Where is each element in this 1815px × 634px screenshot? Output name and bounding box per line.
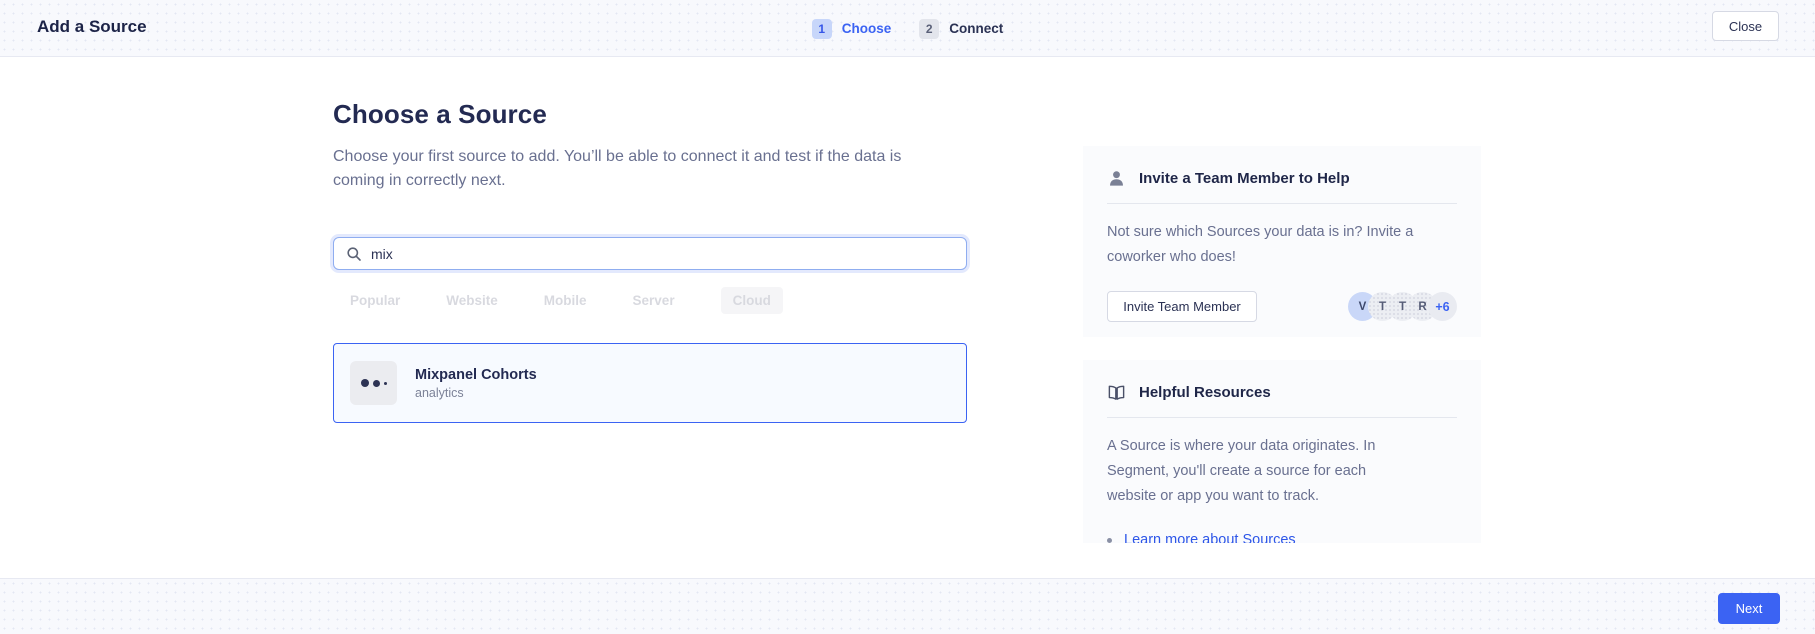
resources-panel-title: Helpful Resources	[1139, 384, 1271, 401]
search-input[interactable]	[371, 246, 954, 262]
learn-more-sources-link[interactable]: Learn more about Sources	[1124, 532, 1296, 543]
tab-cloud[interactable]: Cloud	[721, 287, 783, 314]
resources-panel-body: A Source is where your data originates. …	[1107, 434, 1419, 509]
resource-link-item: Learn more about Sources	[1107, 532, 1457, 543]
person-icon	[1107, 169, 1126, 188]
step-choose[interactable]: 1 Choose	[812, 19, 892, 39]
category-tabs: Popular Website Mobile Server Cloud	[350, 286, 783, 314]
close-button[interactable]: Close	[1712, 11, 1779, 41]
bottom-bar	[0, 578, 1815, 634]
step-choose-label: Choose	[842, 21, 892, 36]
divider	[1107, 417, 1457, 418]
step-choose-number: 1	[812, 19, 832, 39]
page-heading: Choose a Source	[333, 99, 547, 130]
avatar-more-count: +6	[1428, 292, 1457, 321]
source-result-mixpanel-cohorts[interactable]: Mixpanel Cohorts analytics	[333, 343, 967, 423]
step-connect-label: Connect	[949, 21, 1003, 36]
step-connect[interactable]: 2 Connect	[919, 19, 1003, 39]
top-bar	[0, 0, 1815, 57]
bullet-icon	[1107, 538, 1112, 543]
tab-popular[interactable]: Popular	[350, 293, 400, 308]
invite-panel-title: Invite a Team Member to Help	[1139, 170, 1350, 187]
page-title: Add a Source	[37, 17, 147, 37]
open-book-icon	[1107, 383, 1126, 402]
step-connect-number: 2	[919, 19, 939, 39]
next-button[interactable]: Next	[1718, 593, 1780, 624]
resource-links: Learn more about Sources	[1107, 532, 1457, 543]
search-icon	[346, 246, 362, 262]
add-source-modal: Add a Source 1 Choose 2 Connect Close Ch…	[0, 0, 1815, 634]
invite-team-member-button[interactable]: Invite Team Member	[1107, 291, 1257, 322]
page-description: Choose your first source to add. You’ll …	[333, 145, 921, 193]
source-name: Mixpanel Cohorts	[415, 367, 537, 383]
source-category: analytics	[415, 386, 537, 400]
mixpanel-logo-icon	[350, 361, 397, 405]
invite-panel-body: Not sure which Sources your data is in? …	[1107, 220, 1419, 270]
source-info: Mixpanel Cohorts analytics	[415, 367, 537, 400]
helpful-resources-panel: Helpful Resources A Source is where your…	[1083, 360, 1481, 543]
tab-website[interactable]: Website	[446, 293, 498, 308]
tab-mobile[interactable]: Mobile	[544, 293, 587, 308]
divider	[1107, 203, 1457, 204]
avatar-group: V T T R +6	[1348, 292, 1457, 321]
search-box[interactable]	[333, 237, 967, 270]
invite-panel-header: Invite a Team Member to Help	[1107, 166, 1457, 190]
tab-server[interactable]: Server	[633, 293, 675, 308]
invite-row: Invite Team Member V T T R +6	[1107, 291, 1457, 322]
invite-team-panel: Invite a Team Member to Help Not sure wh…	[1083, 146, 1481, 337]
resources-panel-header: Helpful Resources	[1107, 380, 1457, 404]
